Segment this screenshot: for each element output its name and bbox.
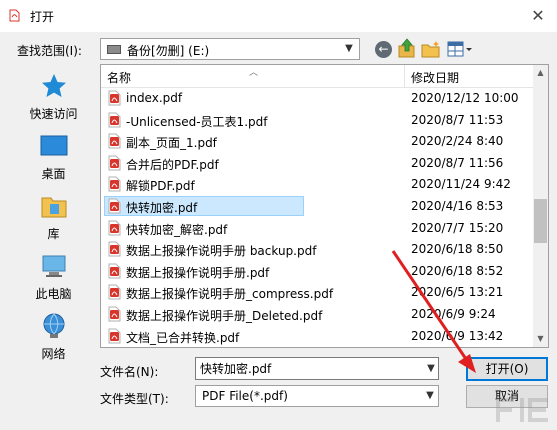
- up-folder-icon[interactable]: [398, 38, 416, 58]
- file-name: 数据上报操作说明手册.pdf: [126, 265, 270, 280]
- computer-icon: [42, 255, 66, 277]
- file-row-selected[interactable]: 快转加密.pdf 2020/4/16 8:53: [101, 195, 533, 217]
- pdf-file-icon: [108, 241, 121, 257]
- pdf-file-icon: [108, 90, 121, 106]
- file-name: 数据上报操作说明手册_Deleted.pdf: [126, 309, 323, 323]
- filename-dropdown-icon[interactable]: ▼: [423, 360, 439, 378]
- close-button[interactable]: ✕: [525, 4, 551, 28]
- file-date: 2020/12/12 10:00: [411, 91, 519, 105]
- filename-label: 文件名(N):: [100, 365, 159, 379]
- pdf-file-icon: [108, 306, 121, 322]
- filetype-dropdown[interactable]: PDF File(*.pdf) ▼: [195, 385, 439, 407]
- file-name: index.pdf: [126, 91, 183, 105]
- pdf-file-icon: [108, 328, 121, 344]
- file-name: 快转加密.pdf: [126, 201, 198, 215]
- network-icon: [43, 313, 65, 338]
- filetype-value: PDF File(*.pdf): [202, 389, 288, 403]
- file-row[interactable]: 快转加密_解密.pdf 2020/7/7 15:20: [101, 217, 533, 239]
- place-quick-access[interactable]: 快速访问: [15, 68, 92, 124]
- pdf-file-icon: [108, 133, 121, 149]
- file-date: 2020/8/7 11:56: [411, 155, 504, 170]
- place-library[interactable]: 库: [15, 188, 92, 244]
- file-name: 解锁PDF.pdf: [126, 179, 195, 194]
- file-row[interactable]: 数据上报操作说明手册_Deleted.pdf 2020/6/9 9:24: [101, 303, 533, 325]
- pdf-file-icon: [108, 112, 121, 128]
- file-row[interactable]: 副本_页面_1.pdf 2020/2/24 8:40: [101, 130, 533, 152]
- pdf-file-icon: [108, 220, 121, 236]
- back-button[interactable]: ←: [375, 41, 392, 58]
- file-name: 快转加密_解密.pdf: [126, 222, 228, 237]
- file-row[interactable]: 合并后的PDF.pdf 2020/8/7 11:56: [101, 152, 533, 174]
- star-icon: [42, 74, 66, 97]
- file-date: 2020/6/9 9:24: [411, 307, 496, 321]
- drive-icon: [107, 45, 121, 54]
- file-row[interactable]: 数据上报操作说明手册.pdf 2020/6/18 8:52: [101, 260, 533, 282]
- title-bar: 打开 ✕: [0, 0, 557, 32]
- filetype-label: 文件类型(T):: [100, 392, 169, 406]
- library-icon: [41, 197, 67, 218]
- column-header-date[interactable]: 修改日期: [411, 69, 459, 86]
- lookin-label: 查找范围(I):: [17, 44, 82, 58]
- window-title: 打开: [30, 10, 55, 24]
- file-name: -Unlicensed-员工表1.pdf: [126, 114, 268, 129]
- scroll-down-icon[interactable]: ▼: [533, 331, 548, 347]
- file-name: 合并后的PDF.pdf: [126, 157, 219, 172]
- filename-input[interactable]: [195, 357, 439, 380]
- file-date: 2020/6/18 8:50: [411, 242, 504, 257]
- desktop-icon: [40, 135, 68, 156]
- file-row[interactable]: 解锁PDF.pdf 2020/11/24 9:42: [101, 173, 533, 195]
- places-bar: 快速访问 桌面 库 此电脑 网络: [15, 64, 92, 361]
- file-date: 2020/6/18 8:52: [411, 263, 504, 278]
- open-button[interactable]: 打开(O): [466, 357, 548, 381]
- file-row[interactable]: index.pdf 2020/12/12 10:00: [101, 87, 533, 109]
- place-desktop[interactable]: 桌面: [15, 128, 92, 184]
- pdf-file-icon: [108, 176, 121, 192]
- view-menu-icon[interactable]: [446, 39, 474, 59]
- file-date: 2020/11/24 9:42: [411, 177, 511, 192]
- file-date: 2020/4/16 8:53: [411, 199, 504, 213]
- vertical-scrollbar[interactable]: ▲ ▼: [533, 65, 548, 347]
- pdf-file-icon: [108, 263, 121, 279]
- file-name: 数据上报操作说明手册_compress.pdf: [126, 287, 334, 302]
- file-name: 副本_页面_1.pdf: [126, 136, 217, 151]
- sort-indicator-icon: ︿: [249, 68, 259, 78]
- file-date: 2020/6/9 13:42: [411, 328, 504, 343]
- file-row[interactable]: 数据上报操作说明手册_compress.pdf 2020/6/5 13:21: [101, 281, 533, 303]
- place-network[interactable]: 网络: [15, 308, 92, 364]
- scroll-thumb[interactable]: [534, 199, 547, 243]
- column-header: ︿ 名称 修改日期: [101, 65, 533, 88]
- column-header-name[interactable]: 名称: [107, 69, 131, 86]
- pdf-file-icon: [108, 284, 121, 300]
- file-row[interactable]: 文档_已合并转换.pdf 2020/6/9 13:42: [101, 325, 533, 347]
- column-divider[interactable]: [404, 65, 405, 87]
- file-row[interactable]: 数据上报操作说明手册 backup.pdf 2020/6/18 8:50: [101, 238, 533, 260]
- new-folder-icon[interactable]: [421, 40, 441, 58]
- file-row[interactable]: -Unlicensed-员工表1.pdf 2020/8/7 11:53: [101, 109, 533, 131]
- chevron-down-icon[interactable]: ▼: [422, 388, 438, 404]
- file-name: 文档_已合并转换.pdf: [126, 330, 240, 345]
- pdf-file-icon: [108, 155, 121, 171]
- file-date: 2020/6/5 13:21: [411, 285, 504, 300]
- chevron-down-icon[interactable]: ▼: [341, 41, 357, 57]
- file-name: 数据上报操作说明手册 backup.pdf: [126, 244, 317, 259]
- place-label: 库: [47, 227, 60, 241]
- file-date: 2020/8/7 11:53: [411, 112, 504, 127]
- place-label: 桌面: [41, 167, 66, 181]
- pdf-file-icon: [108, 198, 121, 214]
- scroll-up-icon[interactable]: ▲: [533, 65, 548, 81]
- place-label: 快速访问: [29, 107, 78, 121]
- file-list[interactable]: ︿ 名称 修改日期 index.pdf 2020/12/12 10:00 -Unli…: [100, 64, 549, 348]
- place-label: 此电脑: [35, 287, 72, 301]
- place-this-pc[interactable]: 此电脑: [15, 248, 92, 304]
- place-label: 网络: [41, 347, 66, 361]
- watermark-logo: [496, 398, 548, 422]
- pdf-app-icon: [9, 9, 20, 22]
- lookin-dropdown[interactable]: 备份[勿删] (E:) ▼: [100, 38, 360, 60]
- file-date: 2020/2/24 8:40: [411, 134, 504, 149]
- file-date: 2020/7/7 15:20: [411, 220, 504, 235]
- lookin-value: 备份[勿删] (E:): [127, 44, 210, 58]
